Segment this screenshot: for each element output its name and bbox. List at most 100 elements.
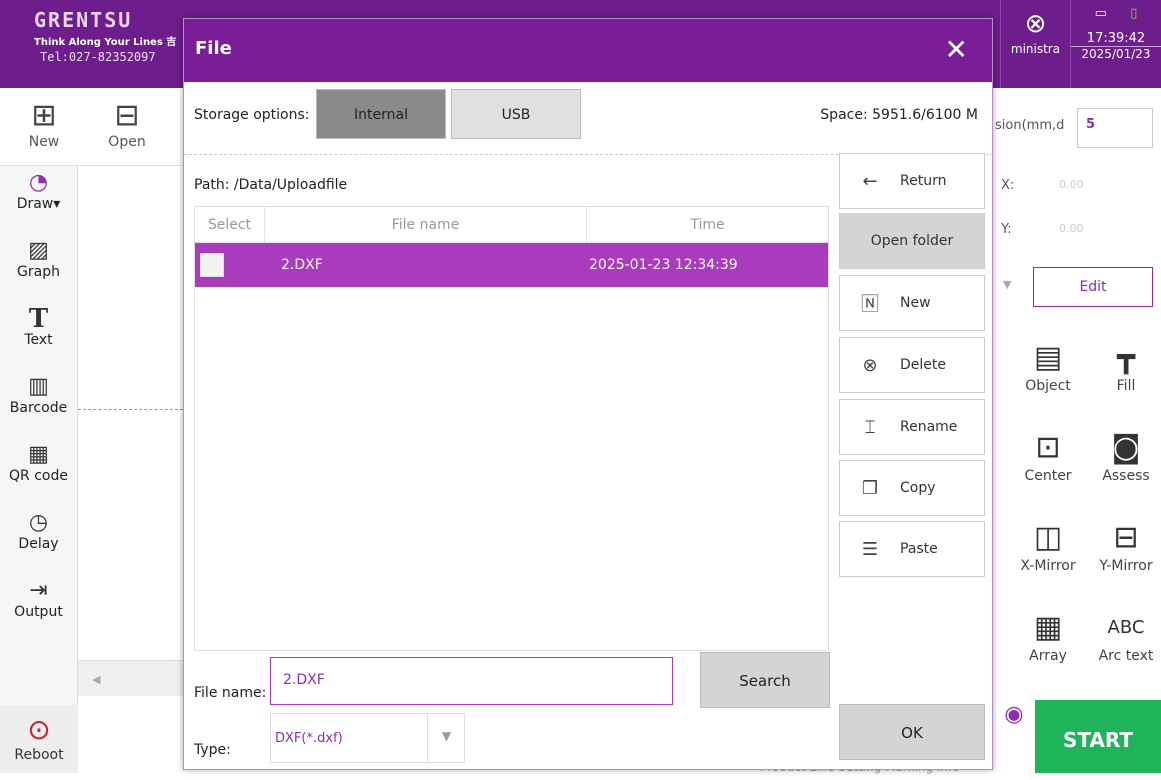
tool-sidebar: ◔ Draw▾ ▨ Graph T Text ▥ Barcode ▦ QR co… bbox=[0, 166, 78, 773]
scroll-left-icon[interactable]: ◀ bbox=[92, 673, 100, 686]
rename-button[interactable]: ⌶ Rename bbox=[839, 399, 985, 455]
sidebar-item-draw[interactable]: ◔ Draw▾ bbox=[0, 166, 77, 234]
return-label: Return bbox=[900, 173, 947, 189]
array-icon: ▦ bbox=[1033, 610, 1063, 645]
precision-input[interactable]: 5 bbox=[1077, 108, 1153, 148]
edit-button[interactable]: Edit bbox=[1033, 267, 1153, 307]
paste-label: Paste bbox=[900, 541, 938, 557]
arc-text-icon: ABC bbox=[1107, 617, 1145, 638]
open-file-button[interactable]: ⊟ Open bbox=[97, 98, 157, 150]
paste-button[interactable]: ☰ Paste bbox=[839, 521, 985, 577]
current-path: Path: /Data/Uploadfile bbox=[194, 177, 348, 193]
tool-x-mirror[interactable]: ◫ X-Mirror bbox=[1013, 518, 1083, 574]
copy-label: Copy bbox=[900, 480, 936, 496]
storage-usb-button[interactable]: USB bbox=[451, 89, 581, 139]
chevron-down-icon[interactable]: ▼ bbox=[427, 713, 465, 763]
sidebar-item-label: Text bbox=[24, 332, 53, 348]
logo-brand: GRENTSU bbox=[34, 8, 133, 32]
close-icon[interactable]: ✕ bbox=[945, 33, 968, 66]
file-name-input[interactable]: 2.DXF bbox=[270, 657, 673, 705]
drawing-canvas[interactable] bbox=[78, 166, 183, 696]
type-label: Type: bbox=[194, 742, 231, 758]
delete-icon: ⊗ bbox=[862, 354, 878, 376]
user-account[interactable]: ⊗ ministra bbox=[1000, 0, 1070, 88]
new-file-button[interactable]: ⊞ New bbox=[14, 98, 74, 150]
tool-label: Object bbox=[1025, 378, 1071, 394]
copy-button[interactable]: ❐ Copy bbox=[839, 460, 985, 516]
column-select: Select bbox=[195, 207, 265, 242]
start-button[interactable]: START bbox=[1035, 700, 1161, 773]
tool-object[interactable]: ▤ Object bbox=[1013, 338, 1083, 394]
center-icon: ⊡ bbox=[1035, 430, 1061, 465]
new-label: New bbox=[900, 295, 931, 311]
device-icon: ▯ bbox=[1130, 6, 1138, 21]
dropdown-arrow-icon[interactable]: ▼ bbox=[1003, 278, 1023, 291]
row-checkbox[interactable] bbox=[200, 253, 224, 277]
new-button[interactable]: 🄽 New bbox=[839, 275, 985, 331]
reboot-button[interactable]: ⊙ Reboot bbox=[0, 705, 78, 773]
storage-internal-button[interactable]: Internal bbox=[316, 89, 446, 139]
tool-y-mirror[interactable]: ⊟ Y-Mirror bbox=[1091, 518, 1161, 574]
assess-icon: ◙ bbox=[1111, 430, 1141, 465]
sidebar-item-label: Draw▾ bbox=[16, 196, 61, 212]
column-file-name: File name bbox=[265, 207, 587, 242]
row-file-name: 2.DXF bbox=[281, 257, 323, 273]
search-button[interactable]: Search bbox=[700, 652, 830, 708]
new-file-icon: ⊞ bbox=[31, 98, 57, 133]
tool-assess[interactable]: ◙ Assess bbox=[1091, 428, 1161, 484]
file-toolbar: ⊞ New ⊟ Open bbox=[0, 88, 183, 166]
table-row[interactable]: 2.DXF 2025-01-23 12:34:39 bbox=[195, 243, 828, 287]
y-mirror-icon: ⊟ bbox=[1113, 520, 1139, 555]
row-time: 2025-01-23 12:34:39 bbox=[589, 257, 738, 273]
tool-arc-text[interactable]: ABC Arc text bbox=[1091, 608, 1161, 664]
delete-label: Delete bbox=[900, 357, 946, 373]
return-button[interactable]: ← Return bbox=[839, 153, 985, 209]
tool-label: Arc text bbox=[1098, 648, 1154, 664]
output-icon: ⇥ bbox=[29, 578, 48, 603]
tool-center[interactable]: ⊡ Center bbox=[1013, 428, 1083, 484]
ok-button[interactable]: OK bbox=[839, 704, 985, 760]
text-icon: T bbox=[28, 304, 49, 334]
properties-panel: sion(mm,d 5 X: 0.00 Y: 0.00 ▼ Edit ▤ Obje… bbox=[993, 88, 1161, 700]
storage-options-label: Storage options: bbox=[194, 107, 310, 123]
new-doc-icon: 🄽 bbox=[861, 294, 879, 315]
reboot-label: Reboot bbox=[14, 747, 64, 763]
tool-label: Center bbox=[1024, 468, 1072, 484]
x-value[interactable]: 0.00 bbox=[1059, 178, 1119, 191]
column-time: Time bbox=[690, 217, 725, 233]
tool-label: X-Mirror bbox=[1020, 558, 1076, 574]
tool-array[interactable]: ▦ Array bbox=[1013, 608, 1083, 664]
sidebar-item-label: Barcode bbox=[9, 400, 68, 416]
reboot-icon: ⊙ bbox=[27, 713, 51, 746]
sidebar-item-barcode[interactable]: ▥ Barcode bbox=[0, 370, 77, 438]
tool-label: Y-Mirror bbox=[1099, 558, 1153, 574]
tool-label: Fill bbox=[1116, 378, 1136, 394]
sidebar-item-label: Output bbox=[14, 604, 63, 620]
storage-space: Space: 5951.6/6100 M bbox=[820, 107, 978, 123]
user-name: ministra bbox=[1010, 42, 1061, 56]
graph-icon: ▨ bbox=[28, 238, 49, 263]
dialog-title-bar: File ✕ bbox=[184, 19, 992, 82]
sidebar-item-output[interactable]: ⇥ Output bbox=[0, 574, 77, 642]
clock-date: 2025/01/23 bbox=[1071, 46, 1161, 61]
clock-time: 17:39:42 bbox=[1086, 31, 1146, 46]
barcode-icon: ▥ bbox=[28, 374, 49, 399]
rename-icon: ⌶ bbox=[864, 416, 876, 438]
delete-button[interactable]: ⊗ Delete bbox=[839, 337, 985, 393]
canvas-scrollbar[interactable]: ◀ bbox=[78, 660, 183, 696]
y-value[interactable]: 0.00 bbox=[1059, 222, 1119, 235]
sidebar-item-qr-code[interactable]: ▦ QR code bbox=[0, 438, 77, 506]
object-icon: ▤ bbox=[1033, 340, 1063, 375]
canvas-guide-line bbox=[78, 409, 183, 410]
open-folder-button[interactable]: Open folder bbox=[839, 213, 985, 269]
sidebar-item-graph[interactable]: ▨ Graph bbox=[0, 234, 77, 302]
tool-label: Assess bbox=[1102, 468, 1150, 484]
paste-icon: ☰ bbox=[861, 538, 879, 560]
sidebar-item-text[interactable]: T Text bbox=[0, 302, 77, 370]
marking-info-icon[interactable]: ◉ bbox=[993, 700, 1035, 773]
qr-code-icon: ▦ bbox=[28, 442, 49, 467]
clock-icon: ◷ bbox=[28, 510, 49, 535]
sidebar-item-delay[interactable]: ◷ Delay bbox=[0, 506, 77, 574]
tool-fill[interactable]: ┳ Fill bbox=[1091, 338, 1161, 394]
sidebar-item-label: Graph bbox=[17, 264, 60, 280]
